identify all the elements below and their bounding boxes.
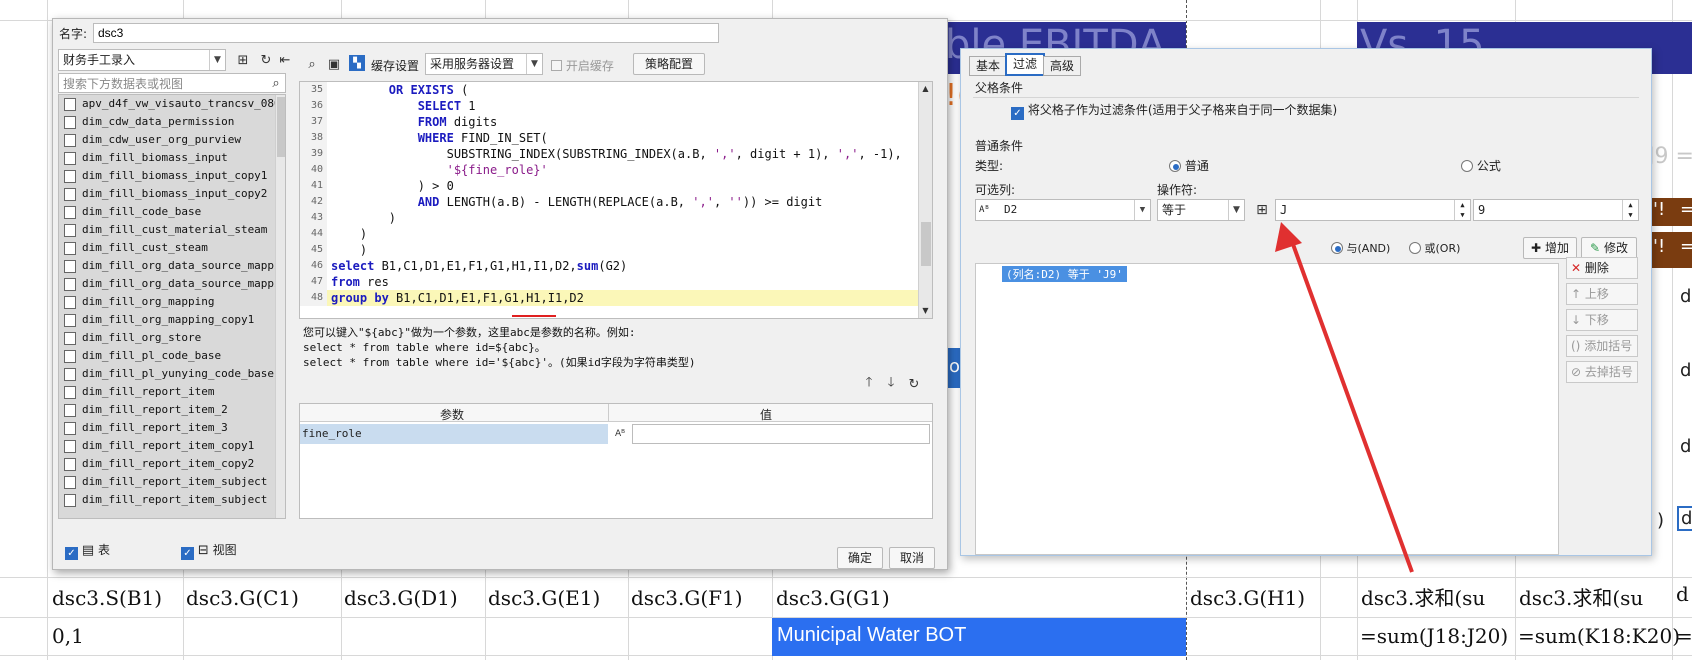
annotation-arrow (1275, 222, 1414, 573)
